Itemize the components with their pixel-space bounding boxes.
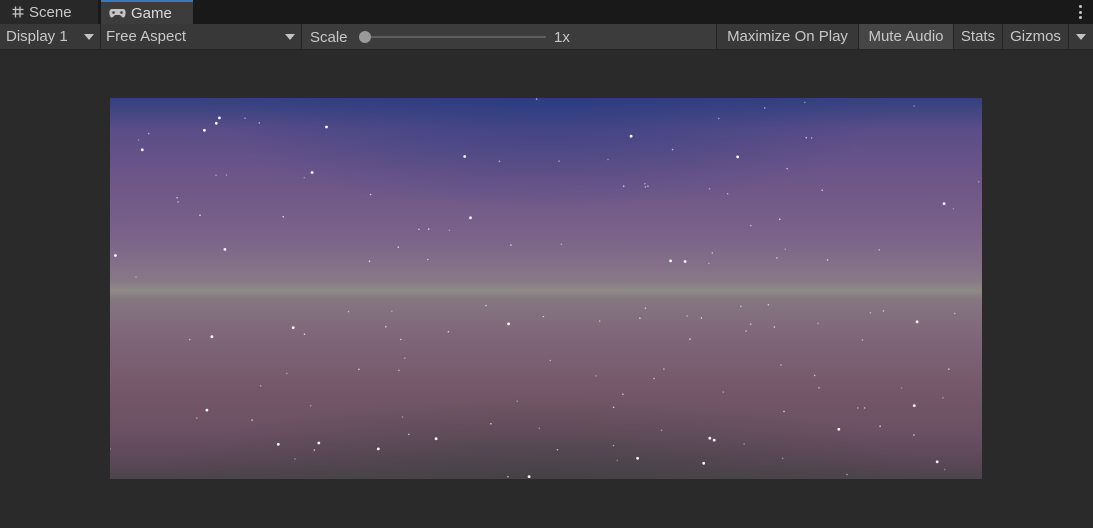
mute-audio-button[interactable]: Mute Audio <box>858 24 953 49</box>
scale-slider-handle[interactable] <box>359 31 371 43</box>
chevron-down-icon <box>1076 34 1086 40</box>
aspect-dropdown-label: Free Aspect <box>106 28 187 45</box>
maximize-on-play-button[interactable]: Maximize On Play <box>716 24 858 49</box>
more-options-icon[interactable] <box>1077 4 1083 20</box>
display-dropdown[interactable]: Display 1 <box>0 24 101 49</box>
stats-button[interactable]: Stats <box>953 24 1002 49</box>
grid-icon <box>12 6 24 18</box>
game-viewport[interactable] <box>110 98 982 479</box>
gizmos-menu-button[interactable] <box>1068 24 1093 49</box>
game-window: Scene Game Display 1 Free Aspect Scale 1… <box>0 0 1093 528</box>
scale-value: 1x <box>554 29 570 46</box>
display-dropdown-label: Display 1 <box>6 28 68 45</box>
tab-scene-label: Scene <box>29 3 72 21</box>
game-toolbar: Display 1 Free Aspect Scale 1x Maximize … <box>0 24 1093 50</box>
scale-slider-track[interactable] <box>364 36 546 38</box>
tab-scene[interactable]: Scene <box>0 0 99 24</box>
tab-game-label: Game <box>131 4 172 22</box>
game-view-area <box>0 50 1093 528</box>
gamepad-icon <box>109 8 126 19</box>
scale-label: Scale <box>310 29 348 46</box>
tab-bar: Scene Game <box>0 0 1093 24</box>
aspect-dropdown[interactable]: Free Aspect <box>101 24 302 49</box>
tab-game[interactable]: Game <box>101 0 193 24</box>
starfield <box>110 98 980 478</box>
gizmos-button[interactable]: Gizmos <box>1002 24 1068 49</box>
chevron-down-icon <box>84 34 94 40</box>
chevron-down-icon <box>285 34 295 40</box>
